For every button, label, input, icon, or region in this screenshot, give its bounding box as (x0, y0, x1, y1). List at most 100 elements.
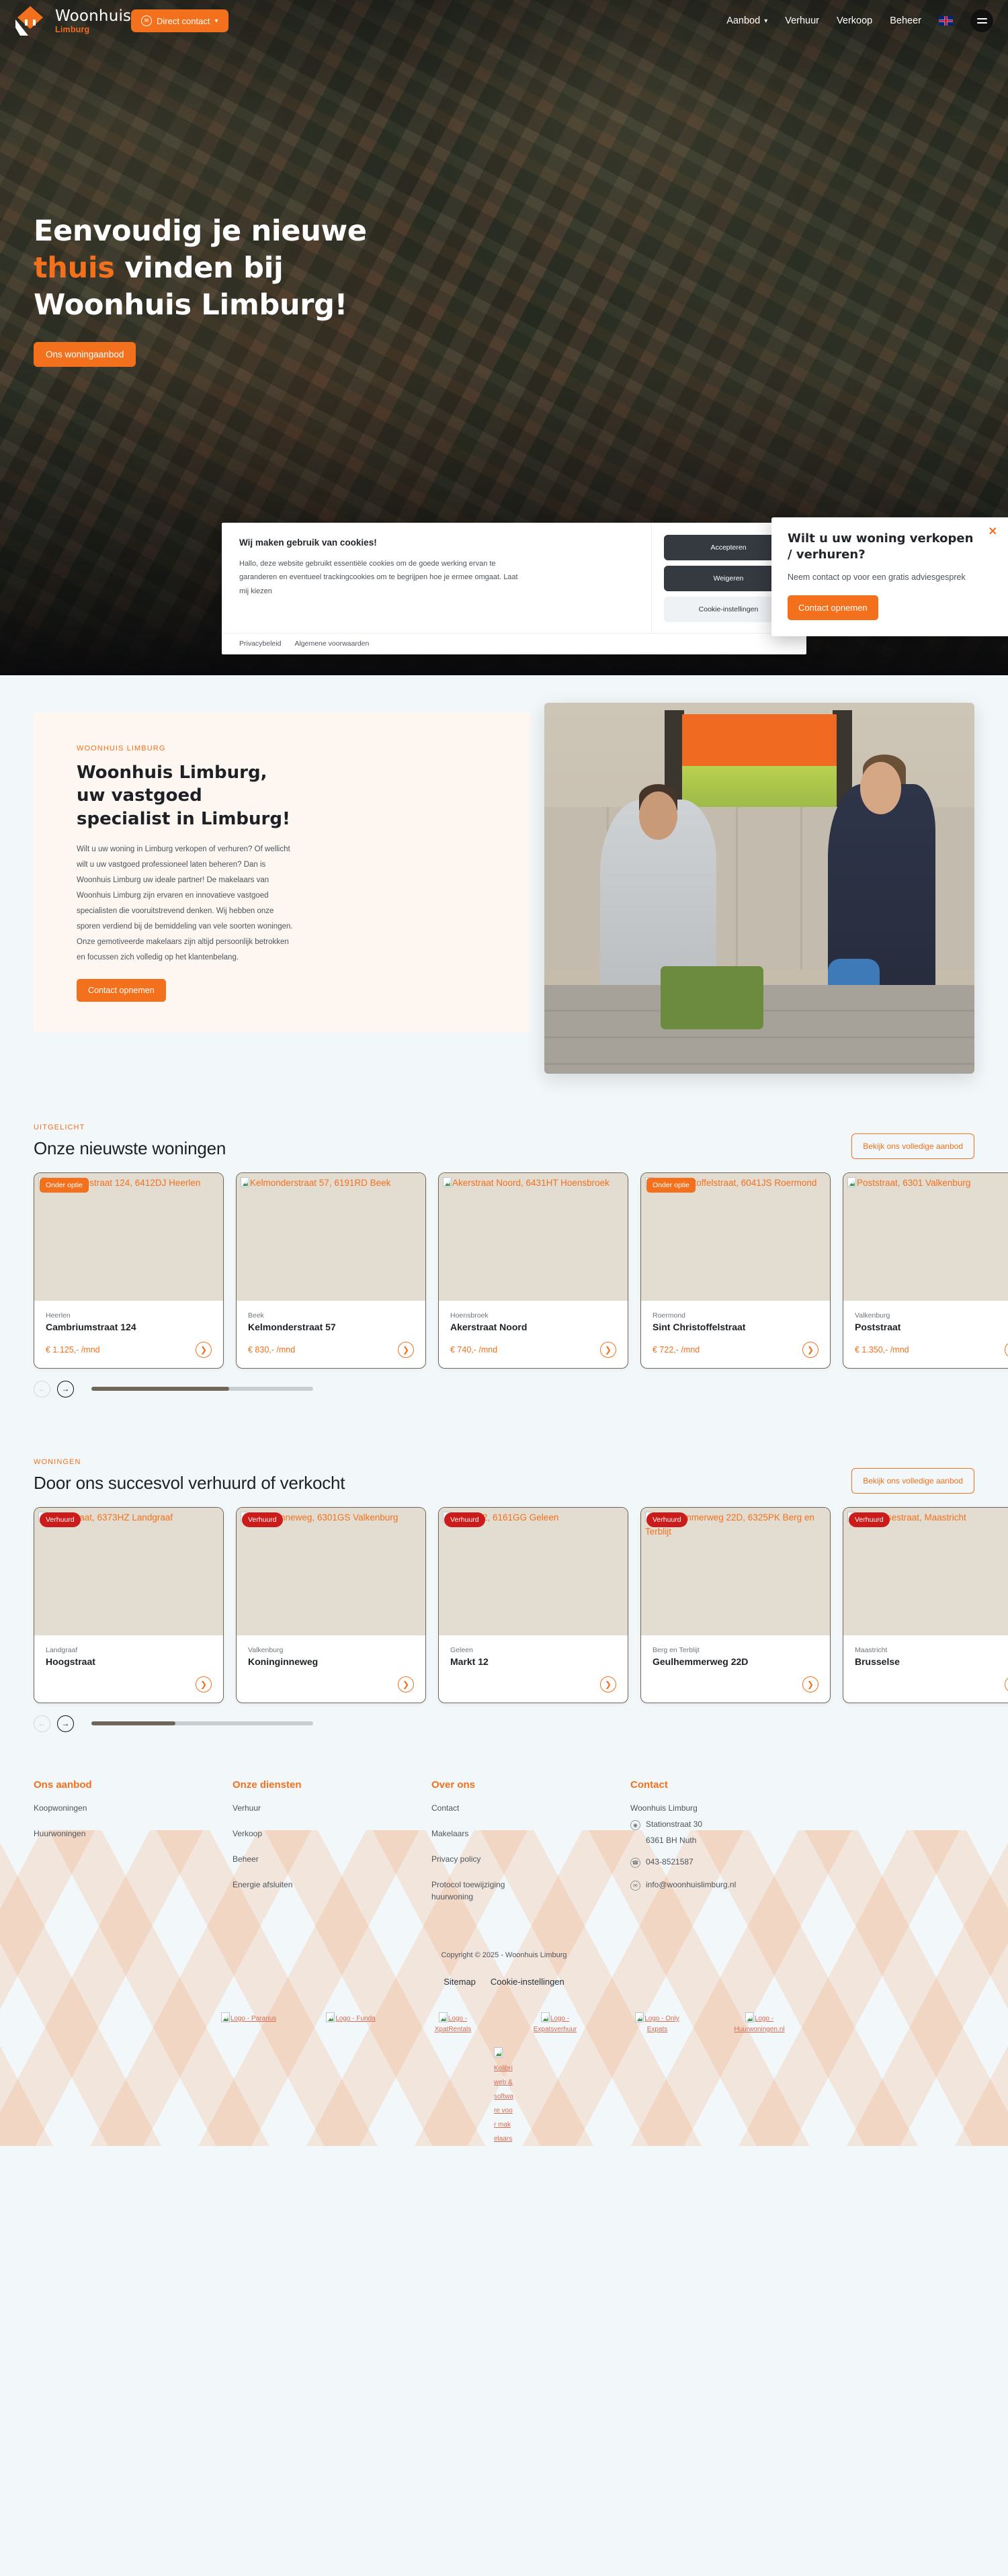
footer-email[interactable]: ✉ info@woonhuislimburg.nl (630, 1880, 736, 1891)
partner-logo-link[interactable]: Logo - Pararius (218, 2012, 280, 2024)
chevron-right-icon[interactable]: ❯ (802, 1341, 818, 1358)
footer-link[interactable]: Verhuur (233, 1802, 431, 1814)
property-city: Maastricht (855, 1645, 888, 1654)
footer-link[interactable]: Huurwoningen (34, 1828, 233, 1840)
status-badge: Onder optie (40, 1177, 89, 1193)
chevron-right-icon[interactable]: ❯ (398, 1676, 414, 1692)
sitemap-link[interactable]: Sitemap (444, 1977, 476, 1987)
footer-column-title: Contact (630, 1778, 668, 1791)
woonhuis-diamond-logo-icon (12, 5, 49, 37)
uk-flag-icon[interactable] (939, 16, 953, 26)
featured-view-all-button[interactable]: Bekijk ons volledige aanbod (851, 1133, 974, 1159)
chevron-right-icon[interactable]: ❯ (600, 1676, 616, 1692)
nav-item-verhuur[interactable]: Verhuur (785, 15, 819, 26)
sold-cards-carousel[interactable]: Verhuurd Hoogstraat, 6373HZ Landgraaf La… (0, 1506, 1008, 1703)
hamburger-menu-icon[interactable] (970, 9, 993, 32)
broken-image-icon (220, 2012, 230, 2022)
featured-carousel-controls: ← → (0, 1380, 1008, 1398)
property-city: Valkenburg (855, 1311, 890, 1320)
partner-logo-link[interactable]: Logo - Only Expats (626, 2012, 688, 2035)
chevron-right-icon[interactable]: ❯ (196, 1341, 212, 1358)
property-card-body: Geleen Markt 12 ❯ (439, 1635, 628, 1703)
property-card[interactable]: Poststraat, 6301 Valkenburg Valkenburg P… (843, 1172, 1008, 1369)
property-card-body: Berg en Terblijt Geulhemmerweg 22D ❯ (641, 1635, 830, 1703)
site-logo[interactable]: Woonhuis Limburg (12, 5, 131, 37)
sold-carousel-controls: ← → (0, 1715, 1008, 1732)
property-card[interactable]: Akerstraat Noord, 6431HT Hoensbroek Hoen… (438, 1172, 628, 1369)
footer-link[interactable]: Contact (431, 1802, 630, 1814)
partner-logo-kolibri[interactable]: Kolibri web & software voor makelaars (494, 2047, 514, 2146)
footer-link[interactable]: Energie afsluiten (233, 1879, 431, 1891)
property-price: € 740,- /mnd (450, 1344, 498, 1355)
carousel-next-button[interactable]: → (57, 1715, 74, 1732)
status-badge: Onder optie (646, 1177, 696, 1193)
property-street: Poststraat (855, 1321, 901, 1332)
property-card-footer: ❯ (653, 1676, 818, 1692)
property-card[interactable]: Verhuurd Koninginneweg, 6301GS Valkenbur… (236, 1506, 426, 1703)
partner-logo-link[interactable]: Logo - Huurwoningen.nl (728, 2012, 790, 2035)
hero-title-accent: thuis (34, 251, 115, 286)
chevron-right-icon[interactable]: ❯ (398, 1341, 414, 1358)
carousel-scrollbar[interactable] (91, 1387, 313, 1391)
nav-item-verkoop[interactable]: Verkoop (837, 15, 872, 26)
partner-logo-link[interactable]: Logo - Funda (320, 2012, 382, 2024)
footer-link[interactable]: Makelaars (431, 1828, 630, 1840)
property-card[interactable]: Verhuurd Geulhemmerweg 22D, 6325PK Berg … (640, 1506, 831, 1703)
copyright-text: Copyright © 2025 - Woonhuis Limburg (441, 1950, 567, 1959)
direct-contact-button[interactable]: ✉ Direct contact ▾ (131, 9, 228, 32)
partner-logo-link[interactable]: Logo - XpatRentals (422, 2012, 484, 2035)
chevron-right-icon[interactable]: ❯ (600, 1341, 616, 1358)
status-badge: Verhuurd (444, 1512, 485, 1527)
chevron-right-icon[interactable]: ❯ (196, 1676, 212, 1692)
property-card[interactable]: Onder optie Sint Christoffelstraat, 6041… (640, 1172, 831, 1369)
chevron-right-icon[interactable]: ❯ (802, 1676, 818, 1692)
footer-phone[interactable]: ☎ 043-8521587 (630, 1857, 736, 1868)
property-price: € 1.125,- /mnd (46, 1344, 100, 1355)
property-card-body: Valkenburg Koninginneweg ❯ (237, 1635, 425, 1703)
carousel-prev-button[interactable]: ← (34, 1380, 50, 1398)
nav-item-beheer[interactable]: Beheer (890, 15, 921, 26)
property-card-footer: ❯ (248, 1676, 414, 1692)
broken-image-alt-text: Kelmonderstraat 57, 6191RD Beek (241, 1176, 421, 1191)
carousel-next-button[interactable]: → (57, 1380, 74, 1398)
footer-link[interactable]: Protocol toewijziging huurwoning (431, 1879, 532, 1903)
footer-link[interactable]: Privacy policy (431, 1853, 630, 1865)
property-card-footer: € 830,- /mnd ❯ (248, 1341, 414, 1358)
about-contact-button[interactable]: Contact opnemen (77, 978, 166, 1002)
sold-view-all-button[interactable]: Bekijk ons volledige aanbod (851, 1467, 974, 1494)
privacy-policy-link[interactable]: Privacybeleid (239, 640, 281, 648)
footer-link[interactable]: Beheer (233, 1853, 431, 1865)
featured-cards-carousel[interactable]: Onder optie Cambriumstraat 124, 6412DJ H… (0, 1172, 1008, 1369)
property-card[interactable]: Onder optie Cambriumstraat 124, 6412DJ H… (34, 1172, 224, 1369)
property-card-body: Roermond Sint Christoffelstraat € 722,- … (641, 1301, 830, 1368)
property-card[interactable]: Kelmonderstraat 57, 6191RD Beek Beek Kel… (236, 1172, 426, 1369)
property-city: Valkenburg (248, 1645, 284, 1654)
property-card[interactable]: Verhuurd Hoogstraat, 6373HZ Landgraaf La… (34, 1506, 224, 1703)
carousel-prev-button[interactable]: ← (34, 1715, 50, 1732)
property-street: Sint Christoffelstraat (653, 1321, 746, 1332)
hero-title-line1: Eenvoudig je nieuwe (34, 214, 367, 248)
close-icon[interactable]: ✕ (989, 527, 997, 538)
property-street: Cambriumstraat 124 (46, 1321, 136, 1332)
property-card[interactable]: Verhuurd Brusselsestraat, Maastricht Maa… (843, 1506, 1008, 1703)
carousel-scrollbar[interactable] (91, 1721, 313, 1726)
broken-image-icon (847, 1176, 856, 1187)
chevron-right-icon[interactable]: ❯ (1005, 1341, 1008, 1358)
site-header: Woonhuis Limburg ✉ Direct contact ▾ Aanb… (0, 0, 1008, 42)
footer-link[interactable]: Verkoop (233, 1828, 431, 1840)
chevron-right-icon[interactable]: ❯ (1005, 1676, 1008, 1692)
property-card[interactable]: Verhuurd Markt 12, 6161GG Geleen Geleen … (438, 1506, 628, 1703)
nav-item-aanbod[interactable]: Aanbod ▾ (726, 15, 767, 26)
sold-eyebrow: WONINGEN (34, 1457, 81, 1466)
hero-cta-button[interactable]: Ons woningaanbod (34, 342, 136, 368)
footer-link[interactable]: Koopwoningen (34, 1802, 233, 1814)
partner-logo-link[interactable]: Logo - Expatsverhuur (524, 2012, 586, 2035)
property-card-footer: € 1.125,- /mnd ❯ (46, 1341, 212, 1358)
cookie-settings-link[interactable]: Cookie-instellingen (491, 1977, 564, 1987)
terms-link[interactable]: Algemene voorwaarden (294, 640, 369, 648)
chevron-down-icon: ▾ (764, 17, 768, 25)
property-street: Akerstraat Noord (450, 1321, 528, 1332)
sell-popup-contact-button[interactable]: Contact opnemen (788, 595, 878, 621)
broken-image-icon (494, 2047, 503, 2057)
footer-column-over-ons: Over ons Contact Makelaars Privacy polic… (431, 1779, 630, 1916)
